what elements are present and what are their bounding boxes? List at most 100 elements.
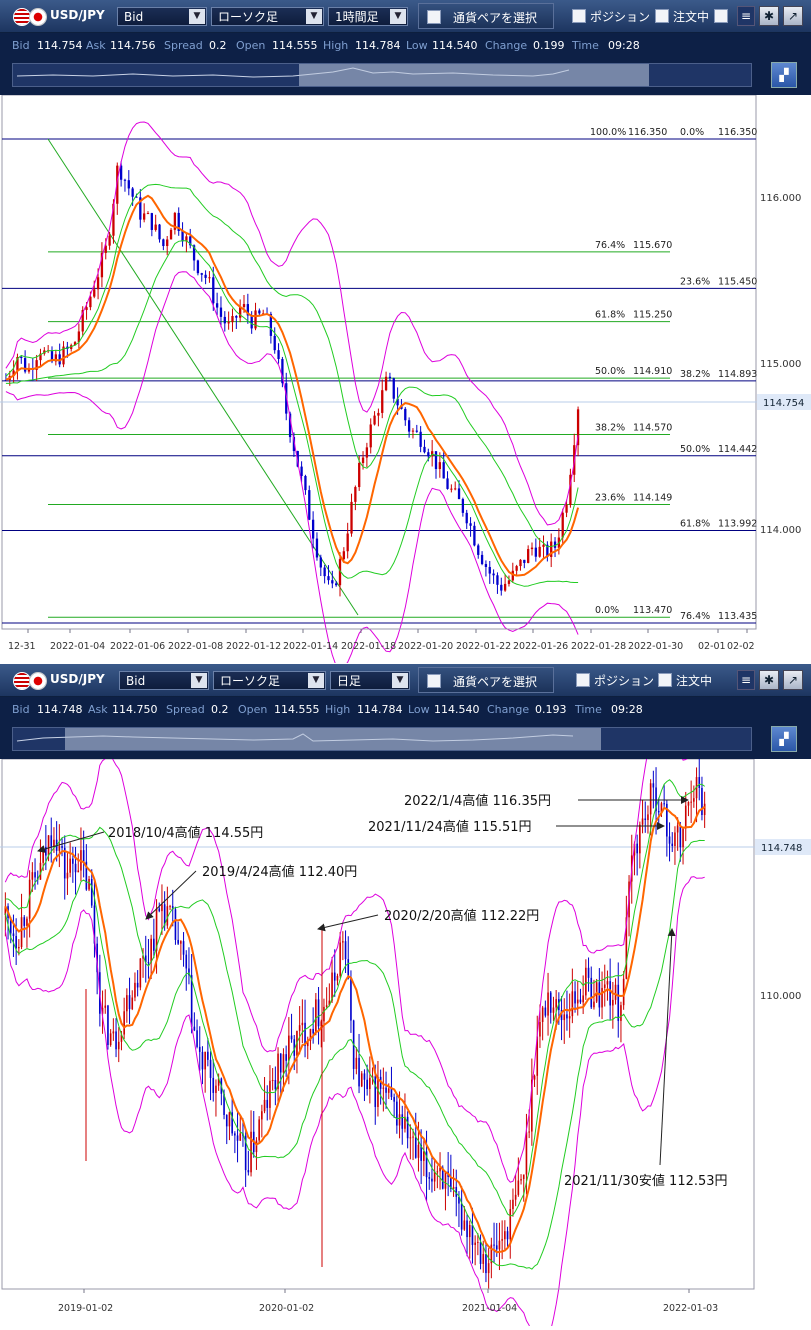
popout-icon[interactable]: ↗ (783, 6, 803, 26)
orders-label: 注文中 (676, 674, 713, 688)
candle-body (82, 850, 85, 862)
open-value: 114.555 (274, 703, 320, 716)
candle-body (541, 1007, 544, 1022)
fib-level-pct: 23.6% (595, 492, 625, 503)
candle-body (335, 583, 338, 586)
candle-body (336, 975, 339, 981)
price-type-select[interactable]: Bid ▼ (119, 671, 209, 690)
pair-select-checkbox[interactable] (427, 674, 441, 688)
current-price-label: 114.754 (763, 398, 804, 409)
navigator-scrollbar[interactable] (12, 63, 752, 87)
candle-body (169, 229, 173, 240)
candle-body (415, 430, 418, 432)
jp-flag-icon (30, 673, 46, 689)
candle-body (469, 523, 472, 526)
position-checkbox[interactable] (572, 9, 586, 23)
orders-checkbox[interactable] (658, 673, 672, 687)
navigator-toggle-icon[interactable]: ▞ (771, 726, 797, 752)
candle-body (503, 583, 507, 591)
candle-body (407, 420, 411, 432)
pair-select-label: 通貨ペアを選択 (453, 675, 538, 689)
candle-body (500, 584, 503, 591)
candle-body (461, 499, 465, 513)
chevron-down-icon: ▼ (390, 9, 406, 24)
candle-body (384, 376, 388, 391)
navigator-scrollbar[interactable] (12, 727, 752, 751)
candle-body (74, 863, 77, 873)
candle-body (517, 1180, 520, 1195)
orders-checkbox[interactable] (655, 9, 669, 23)
price-type-select[interactable]: Bid ▼ (117, 7, 207, 26)
candle-body (139, 958, 142, 988)
candle-body (703, 803, 706, 816)
candle-body (180, 941, 182, 944)
candle-body (161, 904, 163, 912)
candle-body (134, 982, 136, 998)
candle-body (290, 1035, 293, 1040)
daily-candlestick-chart[interactable]: 110.000 114.748 2019-01-02 2020-01-02 2021-0… (0, 687, 811, 1330)
candle-body (277, 350, 280, 360)
candle-body (235, 315, 238, 318)
candle-body (698, 777, 701, 788)
candle-body (574, 991, 576, 1004)
candle-body (31, 872, 34, 880)
candle-body (501, 1239, 503, 1241)
candle-body (523, 559, 526, 563)
change-value: 0.193 (535, 703, 567, 716)
pair-select-button[interactable]: 通貨ペアを選択 (418, 3, 554, 29)
x-tick-label: 2022-01-22 (456, 641, 511, 652)
candle-body (350, 978, 352, 1021)
chart-type-select[interactable]: ローソク足 ▼ (213, 671, 326, 690)
fib-level-pct: 38.2% (595, 423, 625, 434)
time-label: Time (572, 39, 599, 52)
quote-bar: Bid 114.754 Ask 114.756 Spread 0.2 Open … (0, 33, 811, 59)
candle-body (568, 1016, 571, 1019)
menu-icon[interactable]: ≡ (737, 6, 755, 26)
candle-body (504, 1231, 506, 1240)
time-value: 09:28 (608, 39, 640, 52)
navigator-toggle-icon[interactable]: ▞ (771, 62, 797, 88)
navigator-window[interactable] (299, 64, 649, 86)
navigator-window[interactable] (65, 728, 601, 750)
candle-body (126, 995, 128, 1012)
candle-body (530, 547, 534, 550)
jp-flag-icon (30, 9, 46, 25)
candle-body (679, 825, 682, 848)
gear-icon[interactable]: ✱ (759, 670, 779, 690)
menu-icon[interactable]: ≡ (737, 670, 755, 690)
chevron-down-icon: ▼ (191, 673, 207, 688)
candle-body (528, 1131, 530, 1133)
high-value: 114.784 (355, 39, 401, 52)
fib-level-value: 114.570 (633, 423, 672, 434)
time-value: 09:28 (611, 703, 643, 716)
chart-navigator: ▞ (0, 59, 811, 95)
hourly-candlestick-chart[interactable]: 100.0% 116.350 0.0% 116.35076.4% 115.67023.6… (0, 94, 811, 670)
gear-icon[interactable]: ✱ (759, 6, 779, 26)
candle-body (227, 322, 230, 324)
candle-body (225, 1114, 228, 1127)
candle-body (20, 917, 23, 948)
candle-body (104, 1005, 107, 1008)
position-checkbox[interactable] (576, 673, 590, 687)
timeframe-select[interactable]: 日足 ▼ (330, 671, 410, 690)
y-tick-label: 116.000 (760, 193, 801, 204)
chart-navigator: ▞ (0, 723, 811, 759)
candle-body (657, 810, 660, 813)
popout-icon[interactable]: ↗ (783, 670, 803, 690)
extra-checkbox[interactable] (714, 9, 728, 23)
chart-type-select[interactable]: ローソク足 ▼ (211, 7, 324, 26)
candle-body (544, 1007, 547, 1016)
change-label: Change (485, 39, 528, 52)
candle-body (419, 431, 422, 447)
candle-body (649, 783, 652, 815)
pair-select-button[interactable]: 通貨ペアを選択 (418, 667, 554, 693)
candle-body (90, 878, 93, 906)
candle-body (181, 231, 184, 242)
timeframe-select[interactable]: 1時間足 ▼ (328, 7, 408, 26)
candle-body (255, 1140, 258, 1153)
candle-body (273, 335, 276, 351)
pair-select-checkbox[interactable] (427, 10, 441, 24)
x-tick-label: 2022-01-30 (628, 641, 683, 652)
us-flag-icon (14, 673, 30, 689)
candle-body (315, 538, 319, 558)
